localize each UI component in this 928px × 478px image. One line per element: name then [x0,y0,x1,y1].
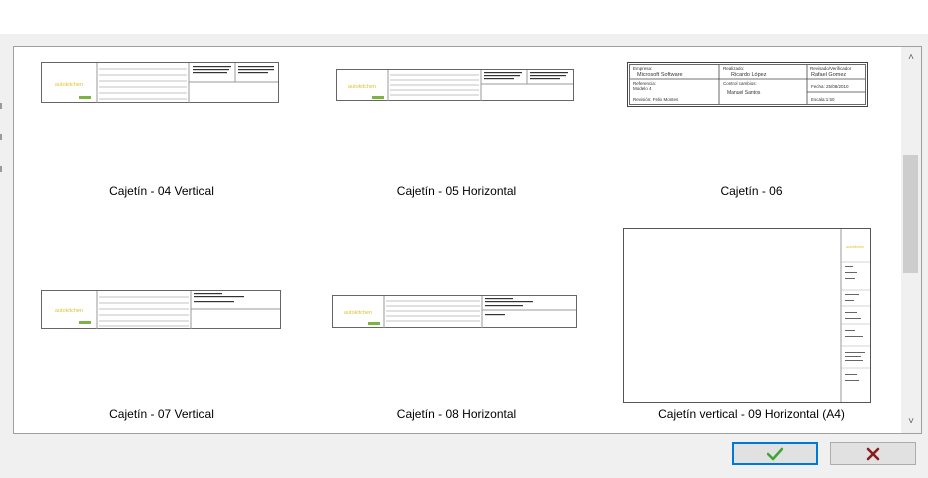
left-edge-mark [0,103,2,109]
thumbnail-grid: autokitchen Cajetín - 04 Vertical autoki… [14,47,900,433]
left-edge-mark [0,134,2,140]
thumbnail-cajetin-04[interactable]: autokitchen Cajetín - 04 Vertical [14,47,309,237]
left-edge-mark [0,166,2,172]
thumbnail-caption: Cajetín - 08 Horizontal [396,407,517,421]
thumbnail-cajetin-07[interactable]: autokitchen Cajetín - 07 Vertical [14,243,309,433]
cancel-button[interactable] [830,442,916,465]
thumbnail-caption: Cajetín - 06 [720,184,783,198]
thumbnail-caption: Cajetín - 04 Vertical [109,184,214,198]
template-gallery: autokitchen Cajetín - 04 Vertical autoki… [13,46,922,434]
thumbnail-cajetin-08[interactable]: autokitchen Cajetín - 08 Horizontal [309,243,604,433]
svg-text:Control cambios:: Control cambios: [723,81,757,86]
cajetin-09-preview: autokitchen [623,228,872,404]
close-icon [866,447,880,460]
cajetin-07-preview: autokitchen [41,290,281,330]
svg-text:Fecha: 25/08/2010: Fecha: 25/08/2010 [811,84,849,89]
scroll-down-arrow-icon[interactable]: ˅ [901,413,921,431]
svg-text:autokitchen: autokitchen [344,310,372,316]
svg-text:Escala:1:50: Escala:1:50 [811,97,835,102]
svg-text:Ricardo López: Ricardo López [731,72,767,78]
svg-text:autokitchen: autokitchen [55,308,83,314]
cajetin-05-preview: autokitchen [336,69,574,102]
svg-text:autokitchen: autokitchen [846,245,864,249]
svg-text:Modelo 4: Modelo 4 [633,86,652,91]
dialog-header [0,0,928,34]
svg-text:Revisión: Felix Montes: Revisión: Felix Montes [633,97,679,102]
ok-button[interactable] [732,442,818,465]
scroll-up-arrow-icon[interactable]: ˄ [901,49,921,67]
thumbnail-cajetin-09[interactable]: autokitchen Cajetín vertical - 09 Horizo… [604,228,899,433]
scrollbar-thumb[interactable] [903,155,918,273]
thumbnail-caption: Cajetín vertical - 09 Horizontal (A4) [658,407,845,421]
check-icon [767,447,783,460]
cajetin-08-preview: autokitchen [332,295,577,329]
thumbnail-cajetin-05[interactable]: autokitchen Cajetín - 05 Horizontal [309,47,604,237]
cajetin-06-preview: Empresa: Microsoft Software Realizado: R… [627,62,869,108]
svg-text:Manuel Santos: Manuel Santos [727,90,761,96]
cajetin-04-preview: autokitchen [41,62,279,104]
svg-text:Empresa:: Empresa: [633,66,652,71]
svg-text:autokitchen: autokitchen [348,84,376,90]
thumbnail-cajetin-06[interactable]: Empresa: Microsoft Software Realizado: R… [604,47,899,237]
svg-text:Realizado:: Realizado: [723,66,744,71]
thumbnail-caption: Cajetín - 07 Vertical [109,407,214,421]
thumbnail-caption: Cajetín - 05 Horizontal [396,184,517,198]
vertical-scrollbar[interactable]: ˄ ˅ [901,47,921,433]
svg-text:Revisado/Verificador: Revisado/Verificador [810,66,852,71]
svg-text:Rafael Gomez: Rafael Gomez [811,72,846,78]
autokitchen-logo: autokitchen [55,82,83,88]
svg-text:Microsoft Software: Microsoft Software [637,72,683,78]
